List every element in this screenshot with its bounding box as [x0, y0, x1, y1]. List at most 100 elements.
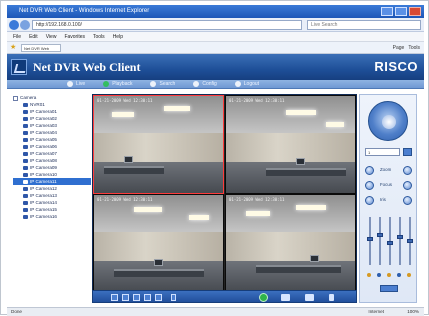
nav-buttons	[9, 20, 30, 30]
slider-knob[interactable]	[377, 233, 383, 237]
tree-item[interactable]: IP Camera09	[13, 164, 91, 171]
back-icon[interactable]	[9, 20, 19, 30]
tree-item[interactable]: IP Camera02	[13, 115, 91, 122]
focus-far-button[interactable]	[403, 181, 412, 190]
tree-item[interactable]: IP Camera05	[13, 136, 91, 143]
layout-4-button[interactable]	[122, 294, 129, 301]
camera-icon	[23, 123, 28, 128]
tree-item[interactable]: IP Camera16	[13, 213, 91, 220]
slider-knob[interactable]	[367, 237, 373, 241]
preset-go-button[interactable]	[403, 148, 412, 156]
slider-knob[interactable]	[397, 235, 403, 239]
contrast-slider[interactable]	[377, 215, 383, 269]
tree-item[interactable]: IP Camera15	[13, 206, 91, 213]
menu-view[interactable]: View	[46, 32, 57, 41]
video-cell-3[interactable]: 01-21-2009 Wed 12:30:11	[93, 194, 224, 293]
ptz-direction-dial[interactable]	[368, 101, 408, 141]
ceiling-light	[134, 207, 162, 212]
video-cell-4[interactable]: 01-21-2009 Wed 12:30:11	[225, 194, 356, 293]
tree-item[interactable]: IP Camera10	[13, 171, 91, 178]
tree-item[interactable]: IP Camera07	[13, 150, 91, 157]
iris-label: Iris	[380, 197, 386, 202]
fullscreen-button[interactable]	[155, 294, 162, 301]
browser-tab[interactable]: Net DVR Web Client	[21, 44, 61, 58]
close-button[interactable]	[409, 7, 421, 16]
tree-expand-icon[interactable]	[13, 95, 18, 101]
minimize-button[interactable]	[381, 7, 393, 16]
tree-item[interactable]: IP Camera08	[13, 157, 91, 164]
camera-icon	[23, 186, 28, 191]
tools-menu[interactable]: Tools	[408, 43, 420, 53]
tree-item[interactable]: IP Camera14	[13, 199, 91, 206]
logout-icon	[234, 81, 241, 87]
tree-item-label: IP Camera05	[30, 137, 57, 142]
tree-item[interactable]: IP Camera13	[13, 192, 91, 199]
nav-search-label: Search	[159, 80, 176, 87]
brightness-slider[interactable]	[367, 215, 373, 269]
iris-close-button[interactable]	[365, 196, 374, 205]
saturation-slider[interactable]	[387, 215, 393, 269]
menu-bar: File Edit View Favorites Tools Help	[7, 32, 424, 42]
nav-live[interactable]: Live	[67, 80, 85, 88]
volume-slider[interactable]	[407, 215, 413, 269]
tree-item-label: IP Camera03	[30, 123, 57, 128]
ceiling-light	[296, 205, 326, 210]
slider-knob[interactable]	[387, 241, 393, 245]
camera-icon	[23, 158, 28, 163]
menu-favorites[interactable]: Favorites	[64, 32, 85, 41]
tree-item[interactable]: IP Camera12	[13, 185, 91, 192]
snapshot-icon[interactable]	[305, 294, 314, 301]
tree-items: NVR01 IP Camera01 IP Camera02 IP Camera03 IP…	[13, 101, 91, 220]
focus-near-button[interactable]	[365, 181, 374, 190]
camera-icon	[23, 144, 28, 149]
camera-icon	[23, 109, 28, 114]
tree-item[interactable]: IP Camera04	[13, 129, 91, 136]
layout-9-button[interactable]	[133, 294, 140, 301]
brand-logo: RISCO	[374, 59, 418, 74]
nav-logout[interactable]: Logout	[234, 80, 259, 88]
default-button[interactable]	[380, 285, 398, 292]
focus-label: Focus	[380, 182, 392, 187]
video-cell-2[interactable]: 01-21-2009 Wed 12:30:11	[225, 95, 356, 194]
menu-help[interactable]: Help	[113, 32, 123, 41]
focus-control: Focus	[365, 180, 415, 191]
nav-playback[interactable]: Playback	[103, 80, 132, 88]
audio-icon[interactable]	[329, 294, 334, 301]
scroll-arrows-icon[interactable]	[171, 294, 176, 301]
app-nav: Live Playback Search Config Logout	[7, 80, 424, 89]
maximize-button[interactable]	[395, 7, 407, 16]
nav-config[interactable]: Config	[193, 80, 217, 88]
monitor	[310, 255, 319, 262]
hue-slider[interactable]	[397, 215, 403, 269]
camera-icon	[23, 130, 28, 135]
tree-item-label: IP Camera13	[30, 193, 57, 198]
tree-item-label: IP Camera09	[30, 165, 57, 170]
zoom-out-button[interactable]	[365, 166, 374, 175]
tree-item[interactable]: IP Camera01	[13, 108, 91, 115]
forward-icon[interactable]	[20, 20, 30, 30]
tree-item[interactable]: NVR01	[13, 101, 91, 108]
camera-icon	[23, 179, 28, 184]
iris-open-button[interactable]	[403, 196, 412, 205]
search-input[interactable]: Live Search	[307, 20, 421, 30]
layout-1-button[interactable]	[111, 294, 118, 301]
preset-select[interactable]: 1	[365, 148, 400, 156]
nav-search[interactable]: Search	[150, 80, 175, 88]
slider-track	[369, 217, 371, 265]
menu-tools[interactable]: Tools	[93, 32, 105, 41]
menu-edit[interactable]: Edit	[29, 32, 38, 41]
menu-file[interactable]: File	[13, 32, 21, 41]
tree-item[interactable]: IP Camera03	[13, 122, 91, 129]
favorites-star-icon[interactable]: ★	[10, 44, 16, 52]
tree-item[interactable]: IP Camera11	[13, 178, 91, 185]
start-all-button[interactable]	[259, 293, 268, 302]
tree-item[interactable]: IP Camera06	[13, 143, 91, 150]
url-input[interactable]: http://192.168.0.100/	[32, 20, 302, 30]
slider-knob[interactable]	[407, 239, 413, 243]
camera-icon	[23, 214, 28, 219]
page-menu[interactable]: Page	[393, 43, 405, 53]
slider-track	[379, 217, 381, 265]
record-icon[interactable]	[281, 294, 290, 301]
zoom-in-button[interactable]	[403, 166, 412, 175]
layout-16-button[interactable]	[144, 294, 151, 301]
